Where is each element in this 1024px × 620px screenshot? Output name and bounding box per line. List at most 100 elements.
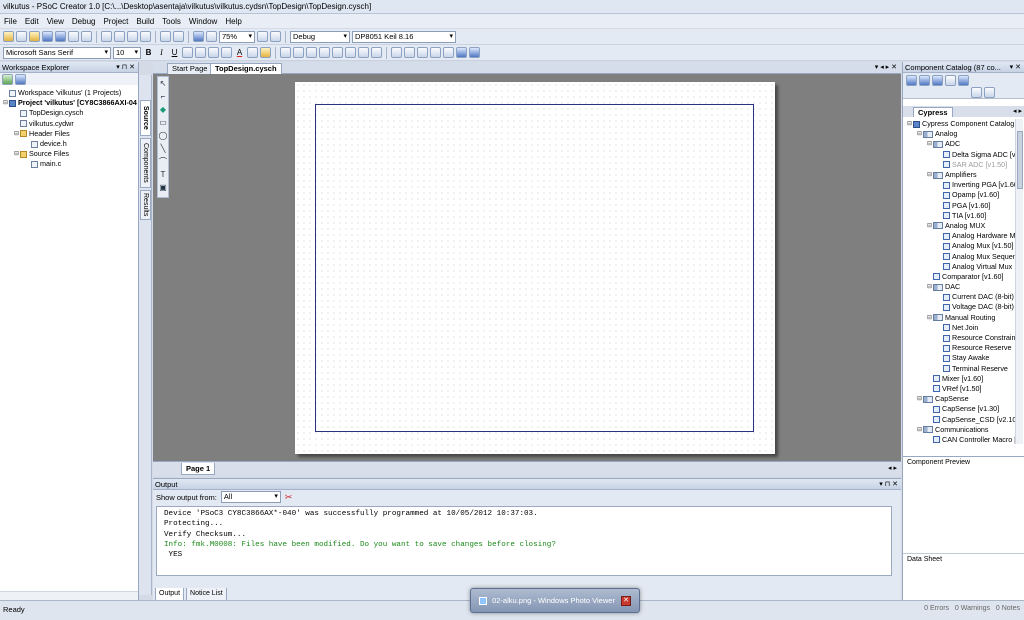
catalog-tree-item[interactable]: CapSense_CSD [v2.10]	[906, 414, 1016, 424]
workspace-tree-item[interactable]: ⊟ Header Files	[0, 129, 138, 139]
catalog-tree-item[interactable]: ⊟ ADC	[906, 139, 1016, 149]
workspace-horizontal-scrollbar[interactable]	[0, 591, 138, 600]
copy-icon[interactable]	[114, 31, 125, 42]
clear-output-icon[interactable]: ✂	[285, 492, 293, 503]
menu-file[interactable]: File	[4, 17, 17, 26]
catalog-tree-item[interactable]: TIA [v1.60]	[906, 211, 1016, 221]
build-config-select[interactable]: Debug	[290, 30, 350, 43]
workspace-tree-item[interactable]: TopDesign.cysch	[0, 108, 138, 118]
align-objects-middle-icon[interactable]	[332, 47, 343, 58]
grid-icon[interactable]	[391, 47, 402, 58]
workspace-tree-item[interactable]: device.h	[0, 139, 138, 149]
catalog-tree-item[interactable]: VRef [v1.50]	[906, 384, 1016, 394]
catalog-tree-item[interactable]: Delta Sigma ADC [v2	[906, 150, 1016, 160]
align-left-icon[interactable]	[182, 47, 193, 58]
catalog-scroll-thumb[interactable]	[1017, 131, 1023, 189]
workspace-tree-item[interactable]: main.c	[0, 159, 138, 169]
catalog-tree-item[interactable]: Resource Reserve	[906, 343, 1016, 353]
align-objects-right-icon[interactable]	[306, 47, 317, 58]
workspace-tree-item[interactable]: ⊟ Source Files	[0, 149, 138, 159]
align-center-icon[interactable]	[195, 47, 206, 58]
zoom-options-icon[interactable]	[206, 31, 217, 42]
catalog-tree-item[interactable]: Net Join	[906, 323, 1016, 333]
tab-results[interactable]: Results	[140, 190, 151, 220]
build-icon[interactable]	[193, 31, 204, 42]
schematic-sheet[interactable]	[295, 82, 775, 454]
underline-button[interactable]: U	[169, 47, 180, 59]
catalog-tree-item[interactable]: Mixer [v1.60]	[906, 374, 1016, 384]
catalog-tree-item[interactable]: ⊟ Cypress Component Catalog	[906, 119, 1016, 129]
catalog-tree-item[interactable]: SAR ADC [v1.50]	[906, 160, 1016, 170]
catalog-view-icon[interactable]	[906, 75, 917, 86]
output-source-select[interactable]: All	[220, 491, 281, 503]
catalog-tree-item[interactable]: PGA [v1.60]	[906, 201, 1016, 211]
output-text-area[interactable]: Device 'PSoC3 CY8C3866AX*-040' was succe…	[156, 506, 892, 576]
new-project-icon[interactable]	[3, 31, 14, 42]
catalog-find-next-icon[interactable]	[984, 87, 995, 98]
catalog-filter-icon[interactable]	[932, 75, 943, 86]
panel-pin-close-icon[interactable]: ▾ ⊓ ✕	[116, 62, 135, 73]
tab-source[interactable]: Source	[140, 100, 151, 136]
bring-front-icon[interactable]	[371, 47, 382, 58]
tab-topdesign[interactable]: TopDesign.cysch	[210, 63, 282, 74]
line-color-icon[interactable]	[247, 47, 258, 58]
tab-cypress[interactable]: Cypress	[913, 107, 953, 117]
catalog-find-icon[interactable]	[971, 87, 982, 98]
tab-page-1[interactable]: Page 1	[181, 463, 216, 475]
wire-icon[interactable]	[456, 47, 467, 58]
zoom-select[interactable]: 75%	[219, 30, 255, 43]
align-objects-bottom-icon[interactable]	[345, 47, 356, 58]
catalog-tree-item[interactable]: ⊟ Communications	[906, 425, 1016, 435]
catalog-tab-arrows[interactable]: ◂ ▸	[1013, 107, 1022, 115]
menu-view[interactable]: View	[47, 17, 64, 26]
tab-components[interactable]: Components	[140, 138, 151, 188]
menu-window[interactable]: Window	[189, 17, 217, 26]
flip-icon[interactable]	[443, 47, 454, 58]
catalog-tree-item[interactable]: ⊟ Analog	[906, 129, 1016, 139]
taskbar-preview-popup[interactable]: 02-alku.png - Windows Photo Viewer ✕	[470, 588, 640, 613]
undo-icon[interactable]	[160, 31, 171, 42]
catalog-tree-item[interactable]: ⊟ DAC	[906, 282, 1016, 292]
align-objects-top-icon[interactable]	[319, 47, 330, 58]
menu-edit[interactable]: Edit	[25, 17, 39, 26]
tab-start-page[interactable]: Start Page	[167, 63, 213, 74]
catalog-tree-item[interactable]: Comparator [v1.60]	[906, 272, 1016, 282]
justify-icon[interactable]	[221, 47, 232, 58]
catalog-tree-item[interactable]: Resource Constraint	[906, 333, 1016, 343]
zoom-out-icon[interactable]	[270, 31, 281, 42]
print-icon[interactable]	[68, 31, 79, 42]
toolchain-select[interactable]: DP8051 Keil 8.16	[352, 30, 456, 43]
cut-icon[interactable]	[101, 31, 112, 42]
catalog-tree-item[interactable]: CAN Controller Macro [v	[906, 435, 1016, 444]
print-preview-icon[interactable]	[81, 31, 92, 42]
menu-tools[interactable]: Tools	[162, 17, 181, 26]
line-tool-icon[interactable]: ╲	[158, 144, 168, 154]
workspace-tree-item[interactable]: Workspace 'vilkutus' (1 Projects)	[0, 88, 138, 98]
net-label-icon[interactable]	[469, 47, 480, 58]
menu-project[interactable]: Project	[103, 17, 128, 26]
page-nav-arrows[interactable]: ◂ ▸	[888, 464, 897, 472]
workspace-properties-icon[interactable]	[15, 74, 26, 85]
save-all-icon[interactable]	[55, 31, 66, 42]
workspace-tree-item[interactable]: vilkutus.cydwr	[0, 119, 138, 129]
rotate-left-icon[interactable]	[417, 47, 428, 58]
paste-icon[interactable]	[127, 31, 138, 42]
align-objects-center-icon[interactable]	[293, 47, 304, 58]
fill-color-icon[interactable]	[260, 47, 271, 58]
italic-button[interactable]: I	[156, 47, 167, 59]
catalog-refresh-icon[interactable]	[945, 75, 956, 86]
catalog-tree-item[interactable]: Analog Mux Sequen	[906, 251, 1016, 261]
workspace-tree-item[interactable]: ⊟ Project 'vilkutus' [CY8C3866AXI-04	[0, 98, 138, 108]
save-icon[interactable]	[42, 31, 53, 42]
catalog-tree-item[interactable]: Current DAC (8-bit) [	[906, 292, 1016, 302]
catalog-tree-item[interactable]: ⊟ Manual Routing	[906, 313, 1016, 323]
redo-icon[interactable]	[173, 31, 184, 42]
arc-tool-icon[interactable]: ⌒	[158, 157, 168, 167]
ellipse-tool-icon[interactable]: ◯	[158, 131, 168, 141]
catalog-scrollbar[interactable]	[1015, 119, 1023, 444]
catalog-sort-icon[interactable]	[919, 75, 930, 86]
catalog-tree-item[interactable]: Terminal Reserve	[906, 364, 1016, 374]
wire-tool-icon[interactable]: ⌐	[158, 92, 168, 102]
catalog-tree-item[interactable]: Voltage DAC (8-bit) [	[906, 302, 1016, 312]
distribute-icon[interactable]	[358, 47, 369, 58]
